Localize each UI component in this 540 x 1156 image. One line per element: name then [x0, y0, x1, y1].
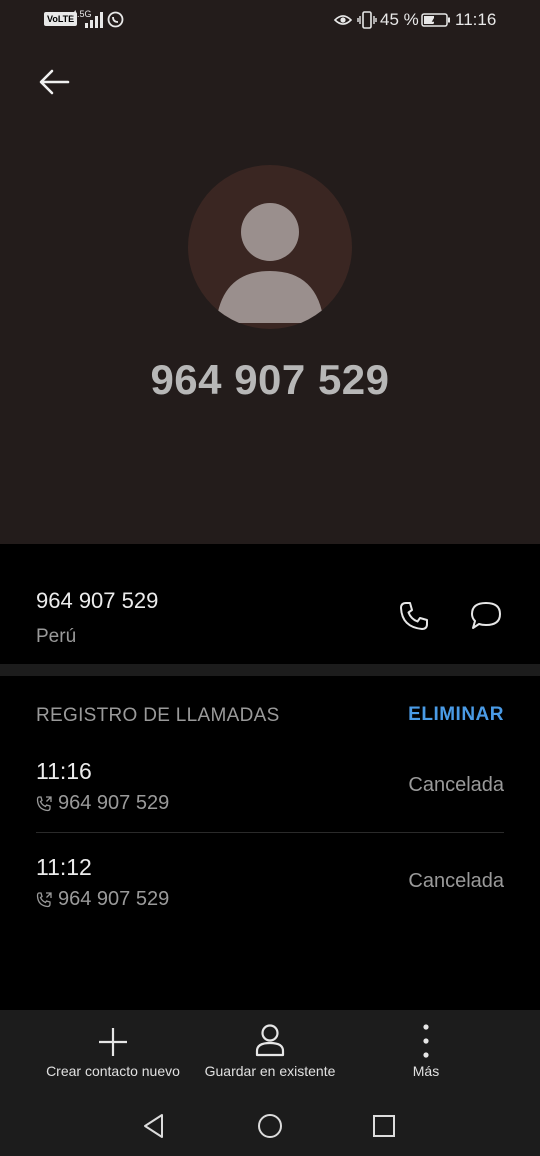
vibrate-icon	[357, 11, 377, 29]
battery-percentage: 45 %	[380, 10, 419, 29]
message-icon	[471, 602, 501, 629]
call-status: Cancelada	[408, 774, 504, 796]
new-contact-label: Crear contacto nuevo	[46, 1063, 180, 1079]
back-arrow-icon	[39, 69, 70, 95]
status-bar: VoLTE 4.5G 45 % 11:16	[0, 0, 540, 40]
nav-back-button[interactable]	[132, 1104, 176, 1148]
circle-home-icon	[258, 1114, 282, 1138]
save-existing-label: Guardar en existente	[204, 1063, 336, 1079]
delete-call-log-button[interactable]: ELIMINAR	[408, 704, 504, 726]
save-existing-button[interactable]: Guardar en existente	[195, 1010, 345, 1098]
back-button[interactable]	[34, 62, 74, 102]
call-log-title: REGISTRO DE LLAMADAS	[36, 705, 280, 726]
new-contact-button[interactable]: Crear contacto nuevo	[33, 1010, 193, 1098]
contact-title: 964 907 529	[150, 356, 390, 403]
bottom-bar: Crear contacto nuevo Guardar en existent…	[0, 1010, 540, 1156]
message-button[interactable]	[464, 594, 508, 638]
signal-icon	[85, 12, 103, 28]
person-icon	[255, 1024, 285, 1057]
row-divider	[36, 832, 504, 833]
call-number: 964 907 529	[36, 888, 169, 911]
call-time: 11:16	[36, 758, 92, 784]
outgoing-call-icon	[36, 795, 52, 811]
more-button[interactable]: Más	[386, 1010, 466, 1098]
call-time: 11:12	[36, 854, 92, 880]
outgoing-call-icon	[36, 891, 52, 907]
number-row: 964 907 529 Perú	[0, 560, 540, 664]
nav-recents-button[interactable]	[362, 1104, 406, 1148]
square-recents-icon	[373, 1115, 395, 1137]
person-icon	[216, 203, 324, 323]
call-log-entry[interactable]: 11:16 964 907 529 Cancelada	[0, 744, 540, 840]
section-divider	[0, 664, 540, 676]
contact-avatar	[188, 165, 352, 329]
call-button[interactable]	[392, 594, 436, 638]
call-number-text: 964 907 529	[58, 888, 170, 910]
whatsapp-icon	[107, 11, 124, 28]
more-label: Más	[412, 1063, 440, 1079]
call-log-entry[interactable]: 11:12 964 907 529 Cancelada	[0, 840, 540, 936]
more-vert-icon	[423, 1024, 429, 1058]
call-number: 964 907 529	[36, 792, 169, 815]
nav-home-button[interactable]	[248, 1104, 292, 1148]
plus-icon	[99, 1028, 127, 1056]
clock: 11:16	[455, 10, 497, 29]
call-status: Cancelada	[408, 870, 504, 892]
call-number-text: 964 907 529	[58, 792, 170, 814]
phone-number: 964 907 529	[36, 588, 159, 613]
eye-comfort-icon	[334, 15, 352, 25]
battery-icon	[421, 13, 450, 27]
triangle-back-icon	[144, 1114, 163, 1138]
contact-header: VoLTE 4.5G 45 % 11:16 964 907 529	[0, 0, 540, 544]
number-location: Perú	[36, 626, 77, 647]
phone-icon	[400, 602, 428, 630]
